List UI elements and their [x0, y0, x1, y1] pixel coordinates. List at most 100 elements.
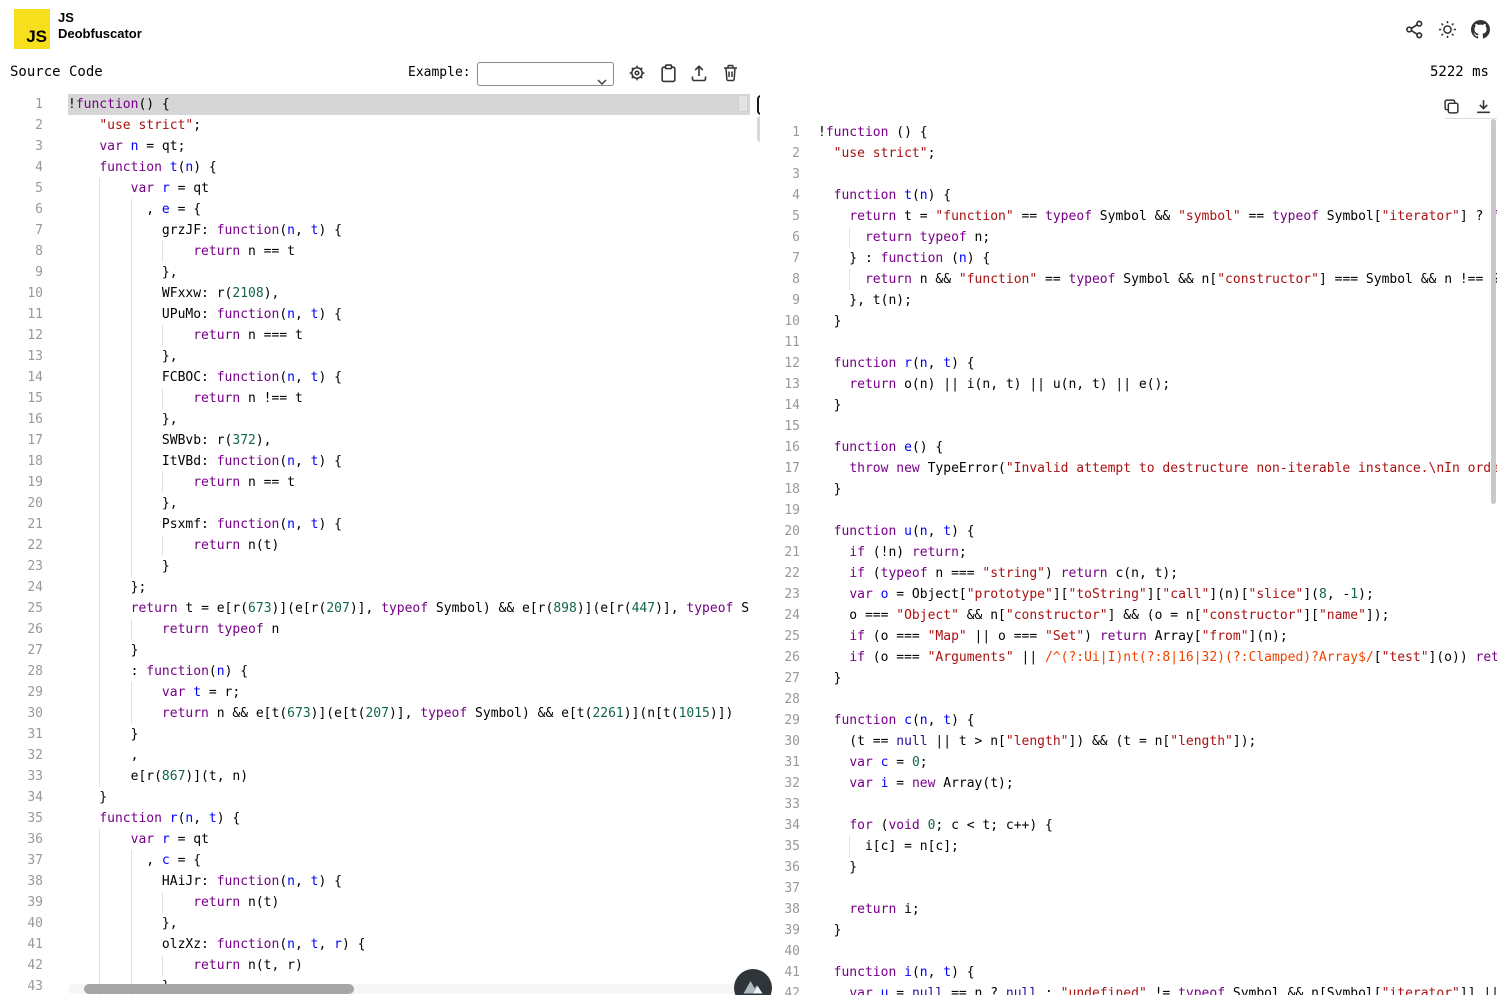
code-line[interactable]: 37 , c = {: [0, 850, 750, 871]
code-line[interactable]: 10 }: [760, 311, 1497, 332]
share-icon[interactable]: [1404, 19, 1424, 39]
code-line[interactable]: 36 }: [760, 857, 1497, 878]
code-line[interactable]: 24 o === "Object" && n["constructor"] &&…: [760, 605, 1497, 626]
code-line[interactable]: 6 , e = {: [0, 199, 750, 220]
code-line[interactable]: 15 return n !== t: [0, 388, 750, 409]
code-line[interactable]: 42 var u = null == n ? null : "undefined…: [760, 983, 1497, 995]
code-line[interactable]: 27 }: [760, 668, 1497, 689]
code-line[interactable]: 16 function e() {: [760, 437, 1497, 458]
code-line[interactable]: 31 }: [0, 724, 750, 745]
code-line[interactable]: 28 : function(n) {: [0, 661, 750, 682]
source-code-area[interactable]: 1!function() {2 "use strict";3 var n = q…: [0, 94, 750, 995]
code-line[interactable]: 41 olzXz: function(n, t, r) {: [0, 934, 750, 955]
code-line[interactable]: 5 var r = qt: [0, 178, 750, 199]
code-line[interactable]: 8 return n == t: [0, 241, 750, 262]
output-code-area[interactable]: 1!function () {2 "use strict";34 functio…: [760, 122, 1497, 995]
code-line[interactable]: 42 return n(t, r): [0, 955, 750, 976]
code-line[interactable]: 14 }: [760, 395, 1497, 416]
code-line[interactable]: 13 },: [0, 346, 750, 367]
code-line[interactable]: 22 return n(t): [0, 535, 750, 556]
code-line[interactable]: 30 return n && e[t(673)](e[t(207)], type…: [0, 703, 750, 724]
code-line[interactable]: 25 if (o === "Map" || o === "Set") retur…: [760, 626, 1497, 647]
code-line[interactable]: 35 i[c] = n[c];: [760, 836, 1497, 857]
code-line[interactable]: 21 if (!n) return;: [760, 542, 1497, 563]
code-line[interactable]: 23 var o = Object["prototype"]["toString…: [760, 584, 1497, 605]
code-line[interactable]: 11: [760, 332, 1497, 353]
code-line[interactable]: 22 if (typeof n === "string") return c(n…: [760, 563, 1497, 584]
code-line[interactable]: 39 }: [760, 920, 1497, 941]
code-line[interactable]: 19: [760, 500, 1497, 521]
code-line[interactable]: 28: [760, 689, 1497, 710]
code-line[interactable]: 8 return n && "function" == typeof Symbo…: [760, 269, 1497, 290]
code-line[interactable]: 29 var t = r;: [0, 682, 750, 703]
code-line[interactable]: 2 "use strict";: [0, 115, 750, 136]
code-line[interactable]: 10 WFxxw: r(2108),: [0, 283, 750, 304]
source-vertical-scrollbar-thumb[interactable]: [738, 95, 748, 112]
code-line[interactable]: 24 };: [0, 577, 750, 598]
copy-icon[interactable]: [1441, 96, 1461, 116]
theme-icon[interactable]: [1437, 19, 1457, 39]
code-line[interactable]: 35 function r(n, t) {: [0, 808, 750, 829]
code-line[interactable]: 4 function t(n) {: [0, 157, 750, 178]
example-select[interactable]: [477, 62, 614, 86]
code-line[interactable]: 6 return typeof n;: [760, 227, 1497, 248]
source-editor[interactable]: 1!function() {2 "use strict";3 var n = q…: [0, 92, 750, 995]
code-line[interactable]: 2 "use strict";: [760, 143, 1497, 164]
code-line[interactable]: 20 },: [0, 493, 750, 514]
code-line[interactable]: 14 FCBOC: function(n, t) {: [0, 367, 750, 388]
code-line[interactable]: 40 },: [0, 913, 750, 934]
code-line[interactable]: 32 var i = new Array(t);: [760, 773, 1497, 794]
code-line[interactable]: 9 }, t(n);: [760, 290, 1497, 311]
code-line[interactable]: 31 var c = 0;: [760, 752, 1497, 773]
code-line[interactable]: 12 function r(n, t) {: [760, 353, 1497, 374]
upload-icon[interactable]: [689, 62, 709, 84]
code-line[interactable]: 12 return n === t: [0, 325, 750, 346]
code-line[interactable]: 16 },: [0, 409, 750, 430]
code-line[interactable]: 20 function u(n, t) {: [760, 521, 1497, 542]
code-line[interactable]: 18 }: [760, 479, 1497, 500]
code-line[interactable]: 25 return t = e[r(673)](e[r(207)], typeo…: [0, 598, 750, 619]
code-line[interactable]: 38 return i;: [760, 899, 1497, 920]
paste-icon[interactable]: [658, 62, 678, 84]
code-line[interactable]: 33 e[r(867)](t, n): [0, 766, 750, 787]
code-line[interactable]: 7 grzJF: function(n, t) {: [0, 220, 750, 241]
code-line[interactable]: 34 }: [0, 787, 750, 808]
download-icon[interactable]: [1473, 96, 1493, 116]
source-horizontal-scrollbar-thumb[interactable]: [84, 984, 354, 994]
code-line[interactable]: 26 if (o === "Arguments" || /^(?:Ui|I)nt…: [760, 647, 1497, 668]
code-line[interactable]: 1!function() {: [0, 94, 750, 115]
code-line[interactable]: 13 return o(n) || i(n, t) || u(n, t) || …: [760, 374, 1497, 395]
code-line[interactable]: 41 function i(n, t) {: [760, 962, 1497, 983]
output-editor[interactable]: 1!function () {2 "use strict";34 functio…: [760, 92, 1497, 995]
code-line[interactable]: 32 ,: [0, 745, 750, 766]
code-line[interactable]: 39 return n(t): [0, 892, 750, 913]
code-line[interactable]: 29 function c(n, t) {: [760, 710, 1497, 731]
code-line[interactable]: 34 for (void 0; c < t; c++) {: [760, 815, 1497, 836]
settings-icon[interactable]: [627, 62, 647, 84]
code-line[interactable]: 3 var n = qt;: [0, 136, 750, 157]
code-line[interactable]: 36 var r = qt: [0, 829, 750, 850]
code-line[interactable]: 23 }: [0, 556, 750, 577]
code-line[interactable]: 5 return t = "function" == typeof Symbol…: [760, 206, 1497, 227]
code-line[interactable]: 9 },: [0, 262, 750, 283]
code-line[interactable]: 21 Psxmf: function(n, t) {: [0, 514, 750, 535]
code-line[interactable]: 37: [760, 878, 1497, 899]
code-line[interactable]: 17 SWBvb: r(372),: [0, 430, 750, 451]
code-line[interactable]: 11 UPuMo: function(n, t) {: [0, 304, 750, 325]
code-line[interactable]: 30 (t == null || t > n["length"]) && (t …: [760, 731, 1497, 752]
code-line[interactable]: 19 return n == t: [0, 472, 750, 493]
output-vertical-scrollbar-thumb[interactable]: [1491, 119, 1496, 504]
code-line[interactable]: 1!function () {: [760, 122, 1497, 143]
code-line[interactable]: 40: [760, 941, 1497, 962]
code-line[interactable]: 27 }: [0, 640, 750, 661]
github-icon[interactable]: [1470, 19, 1490, 39]
code-line[interactable]: 18 ItVBd: function(n, t) {: [0, 451, 750, 472]
code-line[interactable]: 17 throw new TypeError("Invalid attempt …: [760, 458, 1497, 479]
code-line[interactable]: 33: [760, 794, 1497, 815]
code-line[interactable]: 3: [760, 164, 1497, 185]
code-line[interactable]: 7 } : function (n) {: [760, 248, 1497, 269]
trash-icon[interactable]: [720, 62, 740, 84]
code-line[interactable]: 38 HAiJr: function(n, t) {: [0, 871, 750, 892]
code-line[interactable]: 15: [760, 416, 1497, 437]
code-line[interactable]: 4 function t(n) {: [760, 185, 1497, 206]
